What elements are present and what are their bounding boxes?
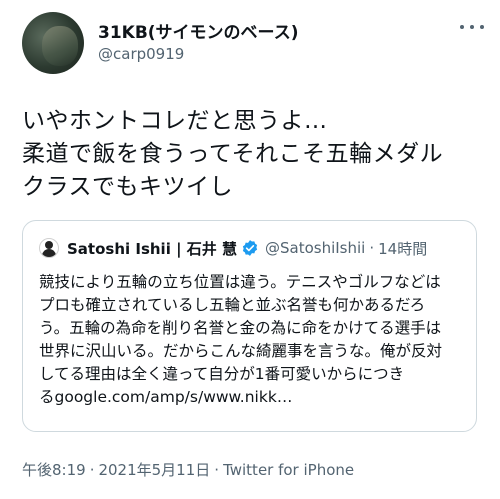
quoted-timestamp[interactable]: 14時間 <box>378 238 427 259</box>
tweet-text: いやホントコレだと思うよ… 柔道で飯を食うってそれこそ五輪メダル クラスでもキツ… <box>22 105 482 204</box>
quoted-line: 競技により五輪の立ち位置は違う。テニスやゴルフなどは <box>39 273 441 291</box>
tweet-line: 柔道で飯を食うってそれこそ五輪メダル <box>22 141 444 167</box>
tweet-line: いやホントコレだと思うよ… <box>22 108 328 134</box>
more-horizontal-icon <box>470 25 474 29</box>
more-horizontal-icon <box>460 25 464 29</box>
tweet-metadata: 午後8:19 · 2021年5月11日 · Twitter for iPhone <box>22 459 354 480</box>
verified-badge-icon <box>241 239 259 257</box>
avatar[interactable] <box>22 12 84 74</box>
quoted-tweet-card[interactable]: Satoshi Ishii | 石井 慧 @SatoshiIshii · 14時… <box>22 220 477 432</box>
quoted-line: 世界に沢山いる。だからこんな綺麗事を言うな。俺が反対 <box>39 342 443 360</box>
more-horizontal-icon <box>480 25 484 29</box>
meta-separator: · <box>214 461 220 479</box>
author-display-name[interactable]: 31KB(サイモンのベース) <box>98 18 298 43</box>
tweet-time[interactable]: 午後8:19 <box>22 461 86 479</box>
quoted-author-handle[interactable]: @SatoshiIshii <box>265 239 365 257</box>
quoted-tweet-header: Satoshi Ishii | 石井 慧 @SatoshiIshii · 14時… <box>39 237 427 259</box>
quoted-tweet-text: 競技により五輪の立ち位置は違う。テニスやゴルフなどは プロも確立されているし五輪… <box>39 271 467 409</box>
author-handle[interactable]: @carp0919 <box>98 45 184 63</box>
quoted-author-name[interactable]: Satoshi Ishii | 石井 慧 <box>67 238 237 259</box>
tweet-date[interactable]: 2021年5月11日 <box>98 461 210 479</box>
quoted-line: う。五輪の為命を削り名誉と金の為に命をかけてる選手は <box>39 319 442 337</box>
quoted-line: プロも確立されているし五輪と並ぶ名誉も何かあるだろ <box>39 296 426 314</box>
quoted-line: してる理由は全く違って自分が1番可愛いからにつき <box>39 365 405 383</box>
quoted-separator: · <box>369 239 375 257</box>
more-options-button[interactable] <box>460 20 484 34</box>
quoted-avatar[interactable] <box>39 238 59 258</box>
quoted-line: るgoogle.com/amp/s/www.nikk… <box>39 388 293 406</box>
tweet-source[interactable]: Twitter for iPhone <box>223 461 354 479</box>
tweet-line: クラスでもキツイし <box>22 174 234 200</box>
meta-separator: · <box>89 461 95 479</box>
